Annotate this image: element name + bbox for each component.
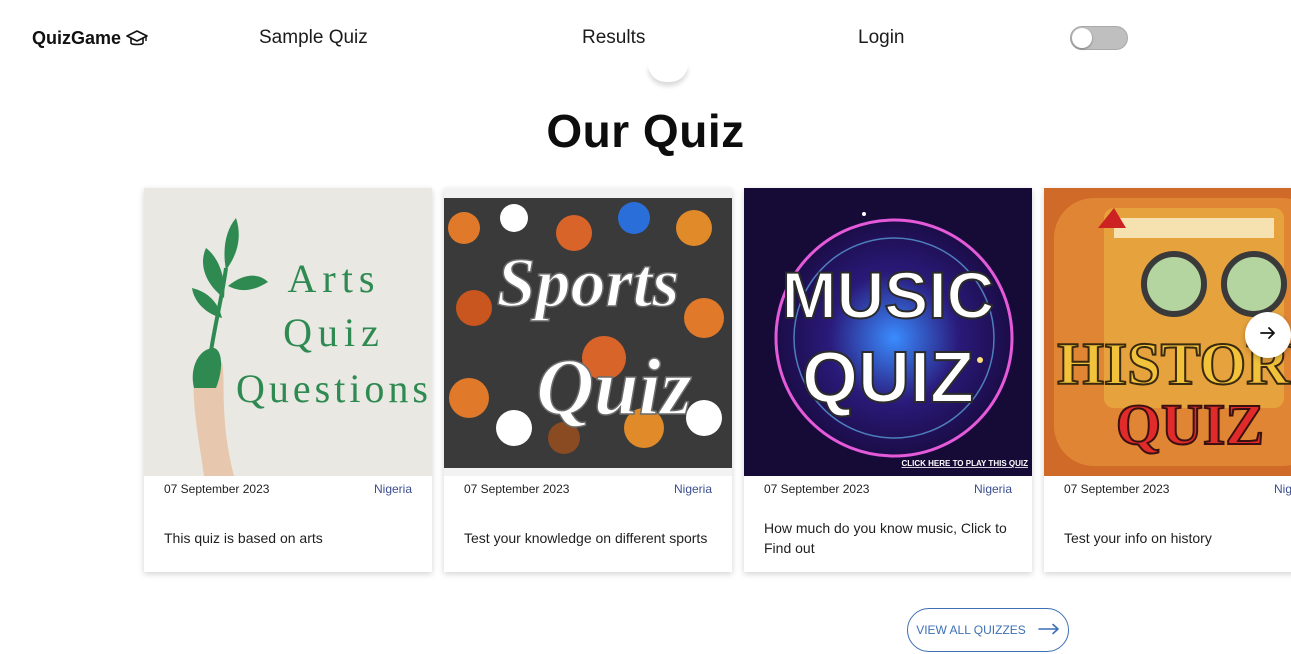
scroll-indicator: [648, 64, 688, 82]
top-navbar: QuizGame Sample Quiz Results Login: [0, 0, 1291, 76]
arrow-right-icon: [1259, 324, 1277, 347]
music-image-line-1: MUSIC: [782, 258, 995, 332]
brand-logo[interactable]: QuizGame: [32, 28, 148, 49]
toggle-knob: [1072, 28, 1092, 48]
view-all-label: VIEW ALL QUIZZES: [916, 623, 1026, 637]
music-image-line-3: CLICK HERE TO PLAY THIS QUIZ: [901, 459, 1028, 468]
nav-login[interactable]: Login: [858, 27, 905, 49]
quiz-card-history[interactable]: HISTORY QUIZ 07 September 2023 Nigeria T…: [1044, 188, 1291, 572]
history-image-line-2: QUIZ: [1116, 392, 1264, 457]
card-location: Nigeria: [373, 482, 412, 496]
card-description: How much do you know music, Click to Fin…: [764, 514, 1016, 562]
card-description: This quiz is based on arts: [164, 514, 416, 562]
view-all-quizzes-button[interactable]: VIEW ALL QUIZZES: [907, 608, 1069, 652]
graduation-cap-icon: [126, 29, 148, 49]
arts-image-line-3: Questions: [236, 366, 432, 411]
carousel-next-button[interactable]: [1245, 312, 1291, 358]
card-date: 07 September 2023: [764, 482, 870, 496]
brand-name: QuizGame: [32, 28, 122, 48]
quiz-card-image-arts: Arts Quiz Questions: [144, 188, 432, 476]
card-description: Test your knowledge on different sports: [464, 514, 716, 562]
long-arrow-right-icon: [1037, 623, 1060, 638]
quiz-card-arts[interactable]: Arts Quiz Questions 07 September 2023 Ni…: [144, 188, 432, 572]
card-description-text: How much do you know music, Click to Fin…: [764, 520, 1007, 556]
page-title: Our Quiz: [546, 105, 745, 157]
theme-toggle[interactable]: [1070, 26, 1128, 50]
sports-image-line-2: Quiz: [536, 344, 692, 432]
quiz-card-sports[interactable]: Sports Quiz 07 September 2023 Nigeria Te…: [444, 188, 732, 572]
card-date: 07 September 2023: [1064, 482, 1170, 496]
sports-image-line-1: Sports: [497, 245, 680, 322]
arts-image-line-1: Arts: [288, 256, 381, 301]
quiz-card-image-sports: Sports Quiz: [444, 188, 732, 476]
quiz-card-image-music: MUSIC QUIZ CLICK HERE TO PLAY THIS QUIZ: [744, 188, 1032, 476]
nav-results[interactable]: Results: [582, 27, 645, 49]
card-location: Nigeria: [673, 482, 712, 496]
nav-sample-quiz[interactable]: Sample Quiz: [259, 27, 368, 49]
card-date: 07 September 2023: [164, 482, 270, 496]
music-image-line-2: QUIZ: [802, 338, 974, 418]
card-date: 07 September 2023: [464, 482, 570, 496]
card-location: Nigeria: [1273, 482, 1291, 496]
card-description-text: Test your knowledge on different sports: [464, 530, 708, 546]
card-description-text: This quiz is based on arts: [164, 530, 323, 546]
card-location: Nigeria: [973, 482, 1012, 496]
arts-image-line-2: Quiz: [283, 310, 385, 355]
quiz-card-music[interactable]: MUSIC QUIZ CLICK HERE TO PLAY THIS QUIZ …: [744, 188, 1032, 572]
card-description: Test your info on history: [1064, 514, 1291, 562]
card-description-text: Test your info on history: [1064, 530, 1212, 546]
